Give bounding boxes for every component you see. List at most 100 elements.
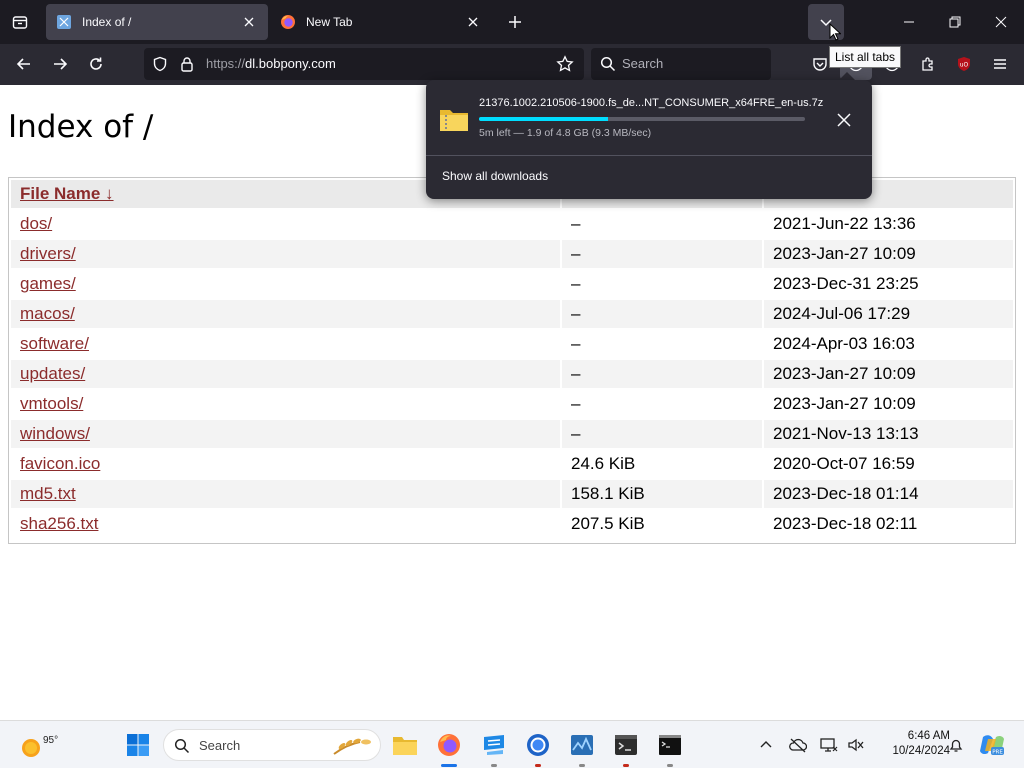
file-date-cell: 2023-Dec-31 23:25 bbox=[764, 270, 1013, 298]
file-link[interactable]: macos/ bbox=[20, 304, 75, 323]
taskbar-remote-desktop[interactable] bbox=[478, 729, 510, 767]
forward-button[interactable] bbox=[44, 48, 76, 80]
show-hidden-icons-button[interactable] bbox=[752, 729, 780, 761]
close-tab-icon[interactable] bbox=[240, 13, 258, 31]
file-link[interactable]: sha256.txt bbox=[20, 514, 98, 533]
taskbar-terminal[interactable] bbox=[610, 729, 642, 767]
file-date-cell: 2021-Jun-22 13:36 bbox=[764, 210, 1013, 238]
svg-text:uO: uO bbox=[960, 62, 969, 69]
sort-by-name-link[interactable]: File Name ↓ bbox=[20, 184, 114, 203]
lock-icon[interactable] bbox=[180, 56, 194, 72]
tab-index[interactable]: Index of / bbox=[46, 4, 268, 40]
file-name-cell: windows/ bbox=[11, 420, 560, 448]
restore-button[interactable] bbox=[938, 6, 972, 38]
file-link[interactable]: games/ bbox=[20, 274, 76, 293]
table-row: md5.txt 158.1 KiB 2023-Dec-18 01:14 bbox=[11, 480, 1013, 508]
close-icon bbox=[837, 113, 851, 127]
file-date-cell: 2024-Jul-06 17:29 bbox=[764, 300, 1013, 328]
mouse-cursor-icon bbox=[829, 23, 841, 41]
close-window-button[interactable] bbox=[984, 6, 1018, 38]
file-date-cell: 2020-Oct-07 16:59 bbox=[764, 450, 1013, 478]
file-name-cell: dos/ bbox=[11, 210, 560, 238]
bookmark-star-icon[interactable] bbox=[556, 55, 574, 73]
file-size-cell: 158.1 KiB bbox=[562, 480, 762, 508]
reload-button[interactable] bbox=[80, 48, 112, 80]
file-link[interactable]: dos/ bbox=[20, 214, 52, 233]
table-row: software/ –2024-Apr-03 16:03 bbox=[11, 330, 1013, 358]
file-name-cell: games/ bbox=[11, 270, 560, 298]
copilot-icon: PRE bbox=[980, 735, 1004, 756]
running-app-indicator bbox=[623, 764, 629, 767]
file-link[interactable]: updates/ bbox=[20, 364, 85, 383]
file-link[interactable]: md5.txt bbox=[20, 484, 76, 503]
taskbar-task-manager[interactable] bbox=[566, 729, 598, 767]
file-name-cell: favicon.ico bbox=[11, 450, 560, 478]
cancel-download-button[interactable] bbox=[830, 106, 858, 134]
close-icon bbox=[995, 16, 1007, 28]
bell-icon bbox=[949, 739, 963, 752]
running-app-indicator bbox=[491, 764, 497, 767]
url-scheme: https:// bbox=[206, 56, 246, 71]
tray-volume[interactable] bbox=[842, 729, 870, 761]
table-row: updates/ –2023-Jan-27 10:09 bbox=[11, 360, 1013, 388]
firefox-favicon-icon bbox=[281, 15, 295, 29]
restore-icon bbox=[949, 16, 961, 28]
active-app-indicator bbox=[441, 764, 457, 767]
back-button[interactable] bbox=[8, 48, 40, 80]
minimize-button[interactable] bbox=[892, 6, 926, 38]
ublock-origin-button[interactable]: uO bbox=[948, 48, 980, 80]
search-bar[interactable]: Search bbox=[591, 48, 771, 80]
file-link[interactable]: vmtools/ bbox=[20, 394, 83, 413]
cloud-offline-icon bbox=[789, 738, 807, 753]
folder-icon bbox=[393, 737, 417, 755]
start-button[interactable] bbox=[122, 729, 154, 761]
taskbar-file-explorer[interactable] bbox=[389, 729, 421, 761]
hamburger-menu-icon bbox=[994, 59, 1006, 69]
tray-network[interactable] bbox=[815, 729, 843, 761]
firefox-view-button[interactable] bbox=[4, 6, 36, 38]
file-listing: File Name ↓ dos/ – 2021-Jun-22 13:36 driver… bbox=[8, 177, 1016, 544]
notifications-button[interactable] bbox=[942, 729, 970, 761]
file-size-cell: – bbox=[562, 330, 762, 358]
puzzle-icon bbox=[922, 57, 933, 71]
download-progress-fill bbox=[479, 117, 609, 121]
show-all-downloads-button[interactable]: Show all downloads bbox=[442, 169, 548, 183]
tab-new-tab[interactable]: New Tab bbox=[270, 4, 492, 40]
close-tab-icon[interactable] bbox=[464, 13, 482, 31]
taskbar-command-prompt[interactable] bbox=[654, 729, 686, 767]
file-name-cell: sha256.txt bbox=[11, 510, 560, 538]
file-link[interactable]: windows/ bbox=[20, 424, 90, 443]
network-icon bbox=[820, 738, 838, 752]
tab-title: Index of / bbox=[82, 15, 132, 29]
downloads-panel-divider bbox=[426, 155, 872, 156]
url-bar[interactable]: https://dl.bobpony.com bbox=[144, 48, 584, 80]
minimize-icon bbox=[904, 21, 914, 23]
new-tab-button[interactable] bbox=[499, 6, 531, 38]
table-row: favicon.ico 24.6 KiB 2020-Oct-07 16:59 bbox=[11, 450, 1013, 478]
file-date-cell: 2023-Jan-27 10:09 bbox=[764, 360, 1013, 388]
taskbar-firefox[interactable] bbox=[433, 729, 465, 767]
taskbar: 95° Search 6:46 AM 10/24/2024 PRE bbox=[0, 720, 1024, 768]
taskbar-clock[interactable]: 6:46 AM 10/24/2024 bbox=[870, 729, 950, 759]
file-link[interactable]: favicon.ico bbox=[20, 454, 100, 473]
file-link[interactable]: software/ bbox=[20, 334, 89, 353]
search-placeholder: Search bbox=[622, 56, 664, 71]
taskbar-chrome[interactable] bbox=[522, 729, 554, 767]
download-filename[interactable]: 21376.1002.210506-1900.fs_de...NT_CONSUM… bbox=[479, 97, 823, 109]
volume-muted-icon bbox=[848, 738, 864, 752]
file-table: File Name ↓ dos/ – 2021-Jun-22 13:36 driver… bbox=[9, 178, 1015, 540]
tracking-protection-shield-icon[interactable] bbox=[152, 56, 168, 72]
weather-widget[interactable]: 95° bbox=[12, 727, 58, 763]
copilot-button[interactable]: PRE bbox=[976, 729, 1008, 761]
tray-onedrive[interactable] bbox=[784, 729, 812, 761]
file-date-cell: 2023-Dec-18 02:11 bbox=[764, 510, 1013, 538]
url-text[interactable]: https://dl.bobpony.com bbox=[206, 56, 336, 71]
file-link[interactable]: drivers/ bbox=[20, 244, 76, 263]
taskbar-search[interactable]: Search bbox=[163, 729, 381, 761]
download-progress-bar bbox=[479, 117, 805, 121]
menu-button[interactable] bbox=[984, 48, 1016, 80]
file-name-cell: software/ bbox=[11, 330, 560, 358]
extensions-button[interactable] bbox=[912, 48, 944, 80]
table-row: games/ –2023-Dec-31 23:25 bbox=[11, 270, 1013, 298]
running-app-indicator bbox=[667, 764, 673, 767]
